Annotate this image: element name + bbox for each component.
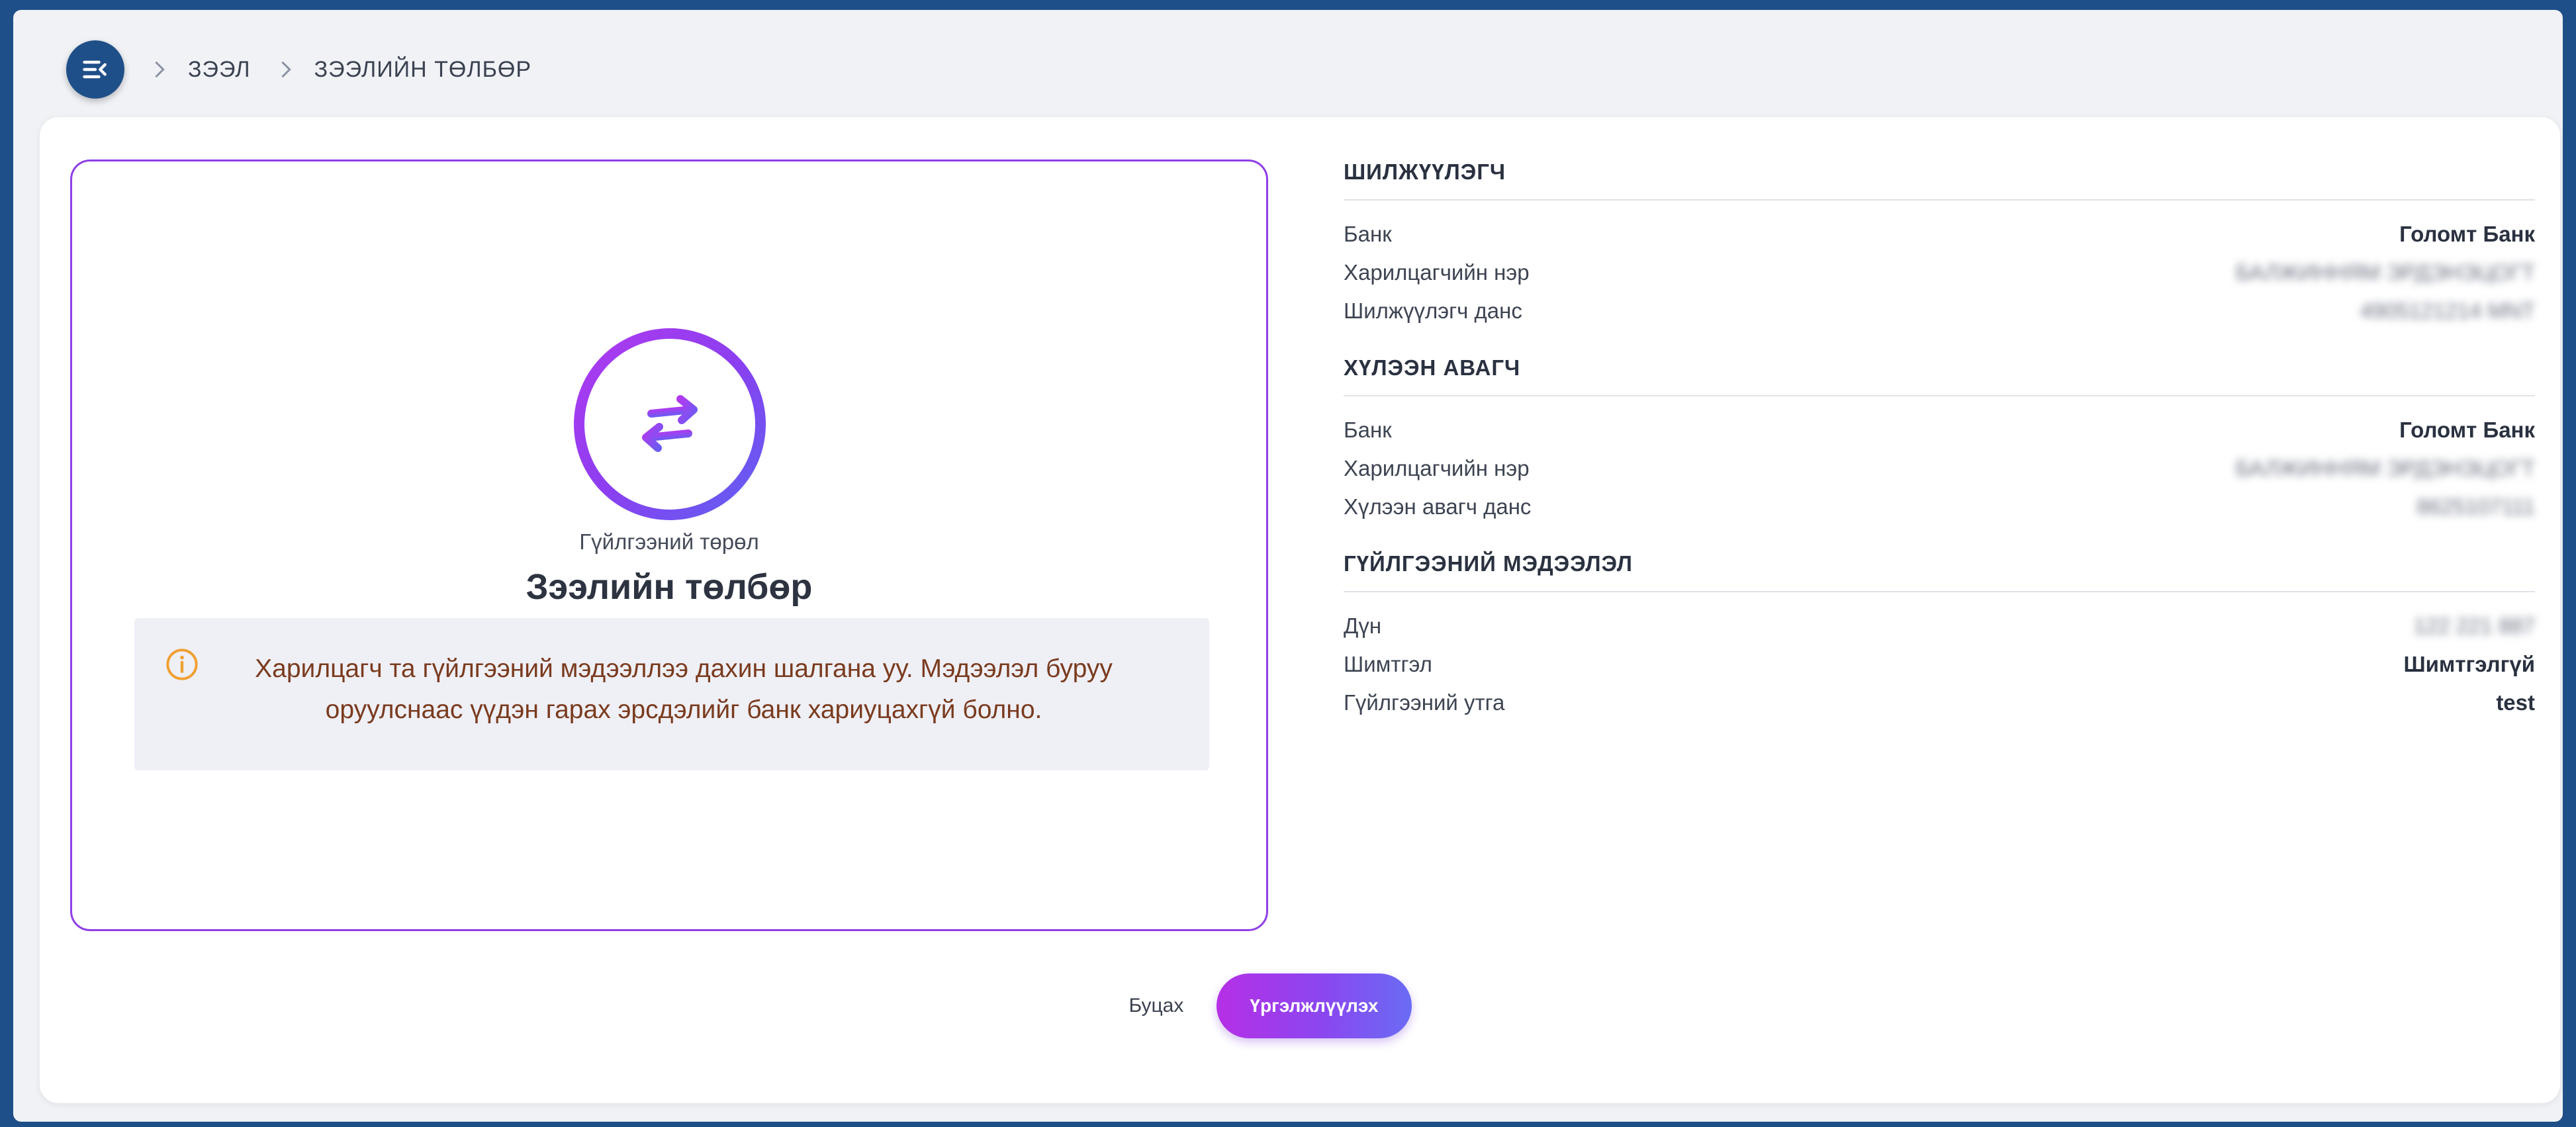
detail-row: Харилцагчийн нэр БАЛЖИННЯМ ЭРДЭНЭЦОГТ	[1344, 253, 2535, 292]
receiver-section: ХҮЛЭЭН АВАГЧ Банк Голомт Банк Харилцагчи…	[1344, 354, 2535, 526]
detail-value-masked: 4905121214 MNT	[2360, 298, 2535, 323]
detail-row: Шимтгэл Шимтгэлгүй	[1344, 645, 2535, 684]
section-title-receiver: ХҮЛЭЭН АВАГЧ	[1344, 355, 1521, 380]
detail-row: Гүйлгээний утга test	[1344, 684, 2535, 722]
chevron-right-icon	[279, 60, 293, 79]
detail-value-masked: БАЛЖИННЯМ ЭРДЭНЭЦОГТ	[2235, 456, 2535, 480]
detail-row: Харилцагчийн нэр БАЛЖИННЯМ ЭРДЭНЭЦОГТ	[1344, 449, 2535, 488]
section-title-sender: ШИЛЖҮҮЛЭГЧ	[1344, 159, 1506, 184]
divider	[1344, 591, 2535, 592]
detail-label: Гүйлгээний утга	[1344, 690, 1505, 715]
warning-notice: Харилцагч та гүйлгээний мэдээллээ дахин …	[134, 618, 1209, 770]
breadcrumb-loan[interactable]: ЗЭЭЛ	[188, 57, 251, 83]
detail-label: Дүн	[1344, 613, 1382, 638]
detail-label: Банк	[1344, 418, 1392, 442]
divider	[1344, 395, 2535, 396]
app-frame: ЗЭЭЛ ЗЭЭЛИЙН ТӨЛБӨР Гүйлгээний төрөл Зээ…	[13, 10, 2563, 1122]
detail-label: Шилжүүлэгч данс	[1344, 298, 1522, 323]
detail-label: Банк	[1344, 222, 1392, 246]
sender-section: ШИЛЖҮҮЛЭГЧ Банк Голомт Банк Харилцагчийн…	[1344, 158, 2535, 330]
info-warning-icon	[166, 649, 198, 680]
continue-button[interactable]: Үргэлжлүүлэх	[1217, 973, 1412, 1038]
detail-value-masked: БАЛЖИННЯМ ЭРДЭНЭЦОГТ	[2235, 260, 2535, 285]
detail-value: Голомт Банк	[2399, 418, 2535, 442]
header: ЗЭЭЛ ЗЭЭЛИЙН ТӨЛБӨР	[66, 38, 531, 101]
detail-value-masked: 122 221 887	[2413, 613, 2535, 638]
detail-value: Шимтгэлгүй	[2403, 652, 2535, 676]
breadcrumb-loan-payment: ЗЭЭЛИЙН ТӨЛБӨР	[314, 56, 532, 82]
transaction-type-value: Зээлийн төлбөр	[526, 567, 813, 607]
detail-value: Голомт Банк	[2399, 222, 2535, 246]
transaction-summary-box: Гүйлгээний төрөл Зээлийн төлбөр Харилцаг…	[70, 159, 1268, 931]
main-card: Гүйлгээний төрөл Зээлийн төлбөр Харилцаг…	[40, 117, 2560, 1103]
back-button[interactable]: Буцах	[1128, 995, 1183, 1017]
detail-row: Банк Голомт Банк	[1344, 215, 2535, 253]
detail-value-masked: 8625107111	[2416, 494, 2535, 519]
detail-row: Шилжүүлэгч данс 4905121214 MNT	[1344, 292, 2535, 330]
chevron-right-icon	[152, 60, 167, 79]
detail-row: Хүлээн авагч данс 8625107111	[1344, 488, 2535, 526]
transaction-info-section: ГҮЙЛГЭЭНИЙ МЭДЭЭЛЭЛ Дүн 122 221 887 Шимт…	[1344, 550, 2535, 722]
action-bar: Буцах Үргэлжлүүлэх	[40, 973, 2560, 1038]
detail-label: Харилцагчийн нэр	[1344, 456, 1530, 480]
detail-row: Дүн 122 221 887	[1344, 607, 2535, 645]
transaction-type-label: Гүйлгээний төрөл	[579, 529, 759, 554]
transaction-type-badge	[574, 328, 766, 520]
detail-label: Хүлээн авагч данс	[1344, 494, 1532, 519]
warning-notice-text: Харилцагч та гүйлгээний мэдээллээ дахин …	[255, 654, 1113, 724]
divider	[1344, 199, 2535, 201]
detail-row: Банк Голомт Банк	[1344, 411, 2535, 449]
menu-toggle-button[interactable]	[66, 40, 124, 99]
detail-value: test	[2496, 690, 2535, 715]
section-title-transaction: ГҮЙЛГЭЭНИЙ МЭДЭЭЛЭЛ	[1344, 551, 1633, 576]
detail-label: Харилцагчийн нэр	[1344, 260, 1530, 285]
transfer-arrows-icon	[642, 395, 698, 452]
transaction-details: ШИЛЖҮҮЛЭГЧ Банк Голомт Банк Харилцагчийн…	[1344, 158, 2535, 746]
menu-collapse-icon	[83, 60, 107, 79]
detail-label: Шимтгэл	[1344, 652, 1432, 676]
